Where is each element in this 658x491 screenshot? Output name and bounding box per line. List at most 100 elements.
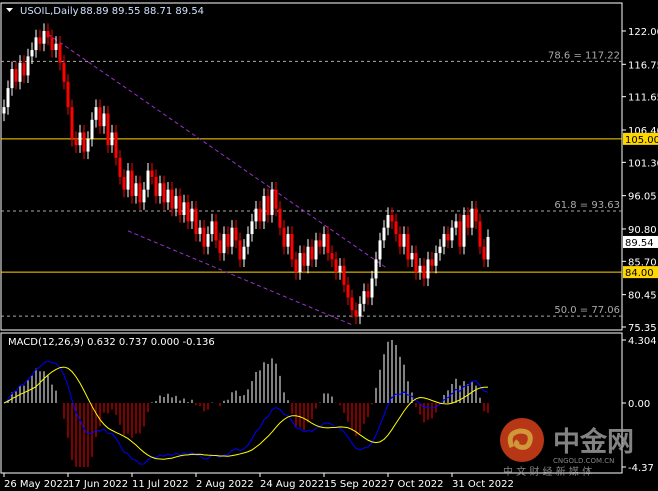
- candle-body: [122, 176, 126, 190]
- candle-body: [298, 253, 302, 273]
- macd-tick-label: 0.00: [628, 399, 650, 410]
- candle-body: [342, 265, 346, 285]
- candle-body: [170, 189, 174, 209]
- candle-body: [74, 138, 78, 146]
- price-tick-label: 111.65: [628, 93, 658, 104]
- candle-body: [146, 170, 150, 190]
- candle-body: [202, 227, 206, 247]
- candle-body: [394, 221, 398, 235]
- candle-body: [358, 303, 362, 317]
- candle-body: [346, 284, 350, 298]
- candle-body: [118, 157, 122, 177]
- candle-body: [474, 208, 478, 222]
- candle-body: [466, 215, 470, 228]
- dropdown-triangle-icon[interactable]: [6, 8, 13, 12]
- candle-body: [338, 265, 342, 273]
- candle-body: [278, 208, 282, 228]
- candle-body: [314, 240, 318, 260]
- time-tick-label: 15 Sep 2022: [324, 479, 387, 490]
- candle-body: [434, 253, 438, 266]
- candle-body: [78, 132, 82, 146]
- time-tick-label: 7 Oct 2022: [388, 479, 443, 490]
- candle-body: [62, 62, 66, 82]
- candle-body: [234, 227, 238, 241]
- candle-body: [378, 240, 382, 260]
- candle-body: [386, 215, 390, 228]
- trendline: [47, 33, 389, 270]
- candle-body: [114, 132, 118, 158]
- candle-body: [50, 37, 54, 51]
- candle-body: [354, 310, 358, 317]
- candle-body: [86, 138, 90, 152]
- candle-body: [150, 170, 154, 177]
- candle-body: [414, 253, 418, 273]
- fib-level-label: 50.0 = 77.06: [554, 305, 620, 316]
- time-tick-label: 26 May 2022: [4, 479, 69, 490]
- candle-body: [370, 278, 374, 298]
- time-tick-label: 31 Oct 2022: [452, 479, 514, 490]
- cngold-logo-icon: [500, 418, 544, 462]
- candle-body: [38, 37, 42, 44]
- candle-body: [98, 107, 102, 127]
- candle-body: [222, 234, 226, 254]
- macd-tick-label: -4.37: [628, 463, 654, 474]
- candles: [2, 23, 490, 325]
- candle-body: [214, 221, 218, 241]
- current-price-label: 89.54: [625, 238, 654, 249]
- macd-line: [3, 360, 489, 465]
- price-tick-label: 90.80: [628, 225, 657, 236]
- price-tick-label: 101.30: [628, 158, 658, 169]
- candle-body: [430, 259, 434, 266]
- candle-body: [406, 234, 410, 260]
- candle-body: [46, 31, 50, 38]
- candle-body: [454, 221, 458, 228]
- candle-body: [274, 189, 278, 209]
- watermark-site: CNGOLD.COM.CN: [553, 457, 614, 465]
- time-tick-label: 11 Jul 2022: [132, 479, 189, 490]
- candle-body: [374, 259, 378, 279]
- macd-panel: [3, 340, 489, 467]
- candle-body: [14, 69, 18, 82]
- candle-body: [470, 208, 474, 228]
- candle-body: [210, 221, 214, 235]
- candle-body: [366, 291, 370, 298]
- candle-body: [282, 227, 286, 247]
- candle-body: [106, 113, 110, 146]
- time-tick-label: 2 Aug 2022: [196, 479, 254, 490]
- watermark-logo-text: 中金网: [553, 426, 634, 458]
- candle-body: [130, 170, 134, 196]
- candle-body: [302, 253, 306, 266]
- ohlc-values: 88.89 89.55 88.71 89.54: [80, 6, 204, 17]
- candle-body: [398, 234, 402, 247]
- candle-body: [90, 119, 94, 139]
- candle-body: [82, 132, 86, 152]
- candle-body: [174, 195, 178, 209]
- time-tick-label: 17 Jun 2022: [68, 479, 128, 490]
- price-tick-label: 96.05: [628, 192, 657, 203]
- candle-body: [286, 234, 290, 247]
- candle-body: [410, 253, 414, 260]
- candle-body: [418, 265, 422, 273]
- candle-body: [190, 208, 194, 222]
- candle-body: [242, 246, 246, 260]
- candle-body: [182, 202, 186, 216]
- candle-body: [10, 69, 14, 89]
- candle-body: [450, 227, 454, 241]
- candle-body: [42, 31, 46, 44]
- candle-body: [138, 183, 142, 203]
- watermark: 中金网 CNGOLD.COM.CN 中 文 财 经 新 媒 体: [500, 418, 634, 478]
- candle-body: [186, 202, 190, 222]
- price-tick-label: 80.45: [628, 291, 657, 302]
- candle-body: [326, 234, 330, 254]
- macd-tick-label: 4.304: [628, 336, 657, 347]
- candle-body: [238, 240, 242, 260]
- candle-body: [426, 259, 430, 279]
- candle-body: [262, 195, 266, 222]
- candle-body: [142, 189, 146, 203]
- candle-body: [334, 259, 338, 273]
- candle-body: [102, 113, 106, 127]
- candle-body: [442, 234, 446, 247]
- candle-body: [30, 50, 34, 57]
- candle-body: [194, 208, 198, 235]
- candle-body: [294, 259, 298, 273]
